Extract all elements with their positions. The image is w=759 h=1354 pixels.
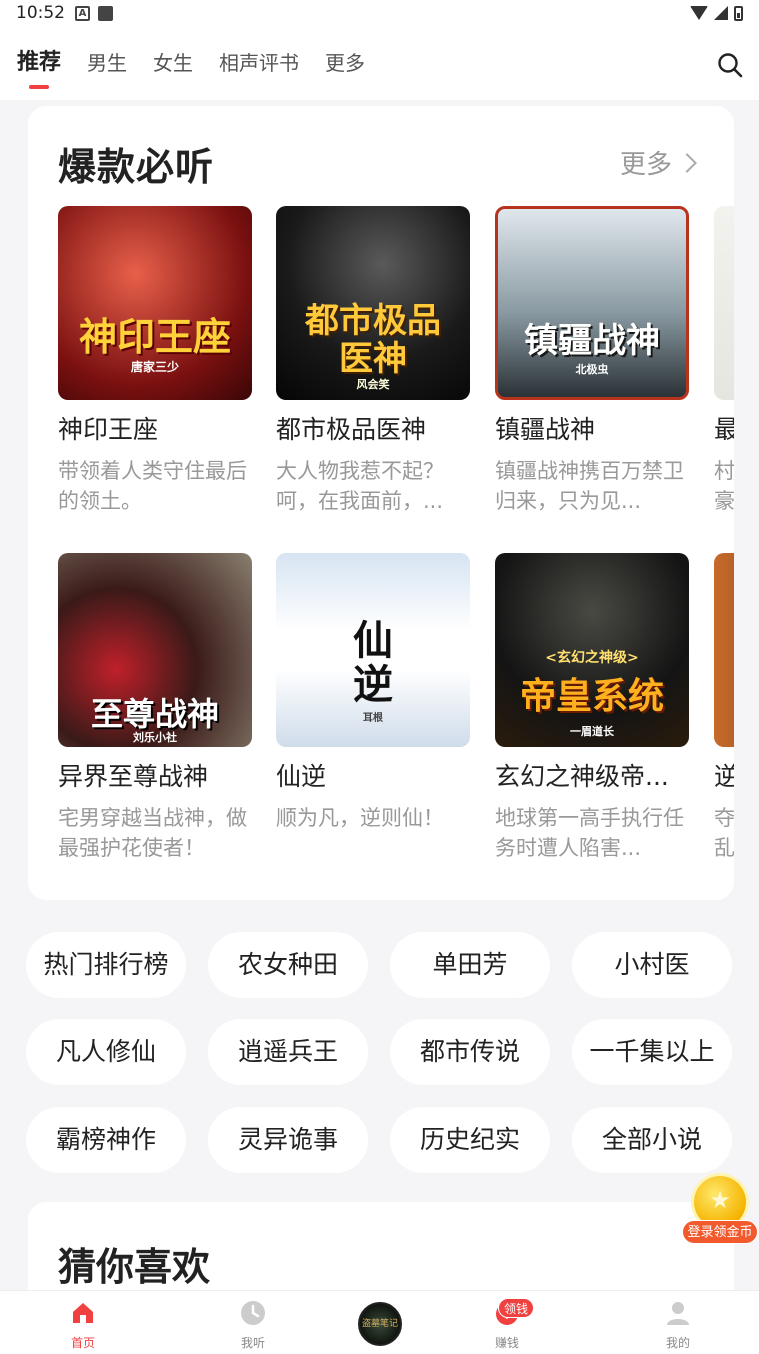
nav-mine[interactable]: 我的 (638, 1299, 718, 1351)
tag-chip[interactable]: 霸榜神作 (26, 1107, 186, 1173)
tag-chip[interactable]: 小村医 (572, 932, 732, 998)
book-description: 顺为凡，逆则仙！ (276, 806, 444, 830)
home-icon (73, 1303, 93, 1323)
tab-crosstalk[interactable]: 相声评书 (219, 43, 299, 83)
tag-chip[interactable]: 历史纪实 (390, 1107, 550, 1173)
book-description: 带领着人类守住最后的领土。 (58, 459, 247, 513)
book-title: 神印王座 (58, 415, 159, 444)
book-title: 镇疆战神 (495, 415, 596, 444)
book-cover: 至尊战神 刘乐小社 (58, 553, 252, 747)
book-cover: 都市极品医神 风会笑 (276, 206, 470, 400)
battery-icon (734, 5, 743, 21)
book-cover: 镇疆战神 北极虫 (495, 206, 689, 400)
cover-author: 一眉道长 (570, 725, 614, 738)
book-item[interactable]: 都市极品医神 风会笑 都市极品医神 大人物我惹不起？呵，在我面前，... (276, 206, 472, 516)
tag-chip[interactable]: 热门排行榜 (26, 932, 186, 998)
guess-section-card: 猜你喜欢 (28, 1202, 734, 1302)
cover-title: 仙逆 (353, 617, 393, 708)
book-item[interactable]: 逆 夺乱 (714, 553, 734, 863)
book-cover (714, 553, 734, 747)
cover-title: 神印王座 (78, 314, 231, 359)
book-item[interactable]: <玄幻之神级> 帝皇系统 一眉道长 玄幻之神级帝... 地球第一高手执行任务时遭… (495, 553, 691, 863)
tab-female[interactable]: 女生 (153, 43, 193, 83)
book-description: 地球第一高手执行任务时遭人陷害... (495, 806, 684, 860)
book-description: 村豪 (714, 459, 734, 513)
nav-label: 首页 (70, 1336, 95, 1350)
coin-label: 登录领金币 (682, 1220, 758, 1244)
book-cover: <玄幻之神级> 帝皇系统 一眉道长 (495, 553, 689, 747)
nav-home[interactable]: 首页 (43, 1299, 123, 1351)
book-title: 仙逆 (276, 762, 327, 791)
book-item[interactable]: 神印王座 唐家三少 神印王座 带领着人类守住最后的领土。 (58, 206, 254, 516)
nav-label: 我的 (665, 1336, 690, 1350)
cover-author: 耳根 (363, 713, 383, 724)
clock-icon (241, 1301, 265, 1325)
book-description: 宅男穿越当战神，做最强护花使者！ (58, 806, 247, 860)
tag-chip[interactable]: 都市传说 (390, 1019, 550, 1085)
section-title: 爆款必听 (58, 145, 215, 189)
hot-section-card: 爆款必听 更多 神印王座 唐家三少 神印王座 带领着人类守住最后的领土。 都市极… (28, 106, 734, 900)
tab-more[interactable]: 更多 (325, 43, 365, 83)
book-cover (714, 206, 734, 400)
more-label: 更多 (619, 150, 672, 180)
book-title: 玄幻之神级帝... (495, 762, 669, 791)
notification-a-icon: A (75, 5, 90, 21)
cover-author: 唐家三少 (130, 360, 179, 374)
status-time: 10:52 (16, 3, 65, 23)
book-description: 大人物我惹不起？呵，在我面前，... (276, 459, 444, 513)
status-bar: 10:52 A (0, 0, 759, 26)
top-category-nav: 推荐 男生 女生 相声评书 更多 (0, 26, 759, 100)
tag-chip[interactable]: 一千集以上 (572, 1019, 732, 1085)
wifi-icon (690, 6, 708, 20)
cover-author: 北极虫 (575, 363, 609, 376)
tag-chip[interactable]: 全部小说 (572, 1107, 732, 1173)
nav-label: 赚钱 (494, 1336, 519, 1350)
book-title: 最 (714, 410, 734, 446)
book-item[interactable]: 至尊战神 刘乐小社 异界至尊战神 宅男穿越当战神，做最强护花使者！ (58, 553, 254, 863)
tag-chip[interactable]: 逍遥兵王 (208, 1019, 368, 1085)
tab-recommend[interactable]: 推荐 (17, 43, 61, 89)
tag-chip[interactable]: 农女种田 (208, 932, 368, 998)
book-description: 夺乱 (714, 806, 734, 860)
cover-author: 刘乐小社 (133, 731, 177, 744)
user-icon (667, 1302, 689, 1325)
nav-label: 我听 (240, 1336, 265, 1350)
book-title: 都市极品医神 (276, 415, 427, 444)
login-coin-float-button[interactable]: 登录领金币 (682, 1172, 758, 1248)
chevron-right-icon (677, 152, 697, 173)
book-title: 异界至尊战神 (58, 762, 209, 791)
search-icon[interactable] (717, 52, 743, 78)
cover-author: 风会笑 (356, 378, 390, 391)
nav-listen[interactable]: 我听 (213, 1299, 293, 1351)
book-item[interactable]: 仙逆 耳根 仙逆 顺为凡，逆则仙！ (276, 553, 472, 863)
tag-chip[interactable]: 灵异诡事 (208, 1107, 368, 1173)
cover-subtitle: <玄幻之神级> (545, 650, 639, 666)
book-item[interactable]: 镇疆战神 北极虫 镇疆战神 镇疆战神携百万禁卫归来，只为见... (495, 206, 691, 516)
earn-badge: 领钱 (498, 1298, 535, 1318)
book-description: 镇疆战神携百万禁卫归来，只为见... (495, 459, 684, 513)
book-title: 逆 (714, 757, 734, 793)
book-cover: 神印王座 唐家三少 (58, 206, 252, 400)
book-item[interactable]: 最 村豪 (714, 206, 734, 516)
now-playing-disc-icon[interactable]: 盗墓笔记 (358, 1302, 402, 1346)
book-cover: 仙逆 耳根 (276, 553, 470, 747)
notification-square-icon (98, 5, 113, 21)
cover-title: 镇疆战神 (524, 321, 660, 361)
more-link[interactable]: 更多 (619, 144, 697, 181)
signal-icon (714, 6, 728, 20)
cover-title: 都市极品医神 (305, 301, 441, 379)
tag-chip[interactable]: 单田芳 (390, 932, 550, 998)
tag-chip[interactable]: 凡人修仙 (26, 1019, 186, 1085)
tab-male[interactable]: 男生 (87, 43, 127, 83)
section-title: 猜你喜欢 (58, 1245, 211, 1289)
cover-title: 帝皇系统 (519, 675, 664, 717)
